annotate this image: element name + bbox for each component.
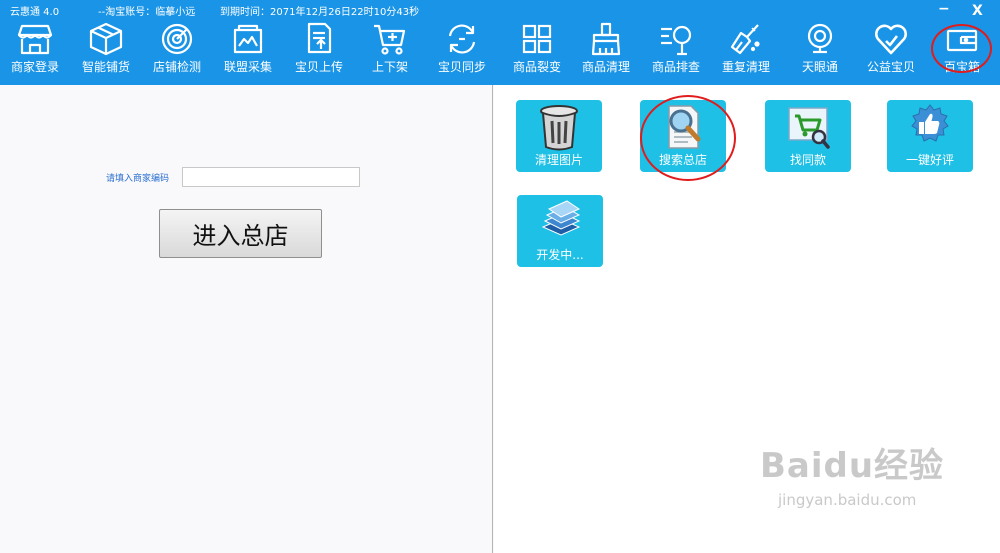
cart-search-icon [788,107,830,149]
toolbar-item-product-fission[interactable]: 商品裂变 [502,20,572,82]
sync-icon [448,24,476,54]
toolbar-item-sky-eye[interactable]: 天眼通 [785,20,855,82]
toolbar-item-label: 天眼通 [801,60,838,74]
tile-label: 开发中... [536,248,584,262]
toolbar-item-product-inspect[interactable]: 商品排查 [641,20,711,82]
toolbar-item-label: 店铺检测 [152,60,201,74]
radar-icon [161,23,193,55]
tile-clean-images[interactable]: 清理图片 [516,100,602,172]
toolbar-item-label: 商品裂变 [512,60,561,74]
baidu-watermark: Baidu经验 jingyan.baidu.com [760,438,944,509]
cart-icon [374,24,406,55]
tile-label: 清理图片 [534,153,583,167]
expiry-info: 到期时间：2071年12月26日22时10分43秒 [220,7,420,18]
app-window: 云惠通 4.0 --淘宝账号：临摹小远 到期时间：2071年12月26日22时1… [0,0,1000,553]
toolbar-item-label: 商品清理 [581,60,630,74]
toolbar-item-treasure-box[interactable]: 百宝箱 [927,20,997,82]
wallet-icon [946,29,978,52]
toolbar-item-label: 宝贝上传 [294,60,343,74]
toolbar-item-label: 智能铺货 [81,60,130,74]
tile-label: 找同款 [789,153,826,167]
magnifier-icon [668,105,701,149]
trash-icon [540,105,578,151]
title-bar: 云惠通 4.0 --淘宝账号：临摹小远 到期时间：2071年12月26日22时1… [0,0,1000,20]
main-toolbar: 商家登录 智能铺货 店铺检测 联盟采集 宝贝上传 上下架 宝贝同步 商品裂变 商… [0,20,1000,85]
toolbar-item-label: 重复清理 [721,60,770,74]
webcam-icon [807,23,833,54]
tile-one-click-review[interactable]: 一键好评 [887,100,973,172]
minimize-button[interactable]: − [938,1,950,17]
grid-icon [522,24,552,54]
image-collect-icon [233,24,263,54]
toolbar-item-label: 公益宝贝 [866,60,915,74]
toolbar-item-label: 商家登录 [10,60,59,74]
shop-icon [17,24,53,55]
toolbar-item-duplicate-cleanup[interactable]: 重复清理 [711,20,781,82]
tile-search-main-store[interactable]: 搜索总店 [640,100,726,172]
left-pane: 请填入商家编码 进入总店 [0,85,493,553]
tile-label: 搜索总店 [658,153,707,167]
app-name: 云惠通 4.0 [10,7,60,18]
merchant-code-input[interactable] [182,167,360,187]
toolbar-item-charity-item[interactable]: 公益宝贝 [856,20,926,82]
thumbs-up-icon [911,104,949,142]
brush-icon [591,22,621,56]
enter-main-store-button[interactable]: 进入总店 [159,209,322,258]
account-info: --淘宝账号：临摹小远 [98,7,196,18]
toolbar-item-label: 商品排查 [651,60,700,74]
toolbar-item-label: 百宝箱 [943,60,980,74]
heart-icon [875,24,907,55]
toolbar-item-item-sync[interactable]: 宝贝同步 [427,20,497,82]
toolbar-item-label: 联盟采集 [223,60,272,74]
watermark-brand: Baidu经验 [760,446,945,486]
toolbar-item-alliance-collect[interactable]: 联盟采集 [213,20,283,82]
toolbar-item-smart-listing[interactable]: 智能铺货 [71,20,141,82]
toolbar-item-product-cleanup[interactable]: 商品清理 [571,20,641,82]
broom-icon [730,24,760,55]
watermark-url: jingyan.baidu.com [778,491,917,509]
upload-doc-icon [307,22,332,54]
tile-in-development[interactable]: 开发中... [517,195,603,267]
toolbar-item-list-delist[interactable]: 上下架 [355,20,425,82]
search-list-icon [661,25,692,56]
stack-icon [541,200,581,236]
tile-find-same-item[interactable]: 找同款 [765,100,851,172]
toolbar-item-label: 宝贝同步 [437,60,486,74]
box-icon [89,22,123,56]
toolbar-item-item-upload[interactable]: 宝贝上传 [284,20,354,82]
toolbar-item-label: 上下架 [371,60,408,74]
close-button[interactable]: X [972,3,983,19]
toolbar-item-store-check[interactable]: 店铺检测 [142,20,212,82]
tile-label: 一键好评 [905,153,954,167]
merchant-code-label: 请填入商家编码 [106,174,170,184]
toolbar-item-merchant-login[interactable]: 商家登录 [0,20,70,82]
